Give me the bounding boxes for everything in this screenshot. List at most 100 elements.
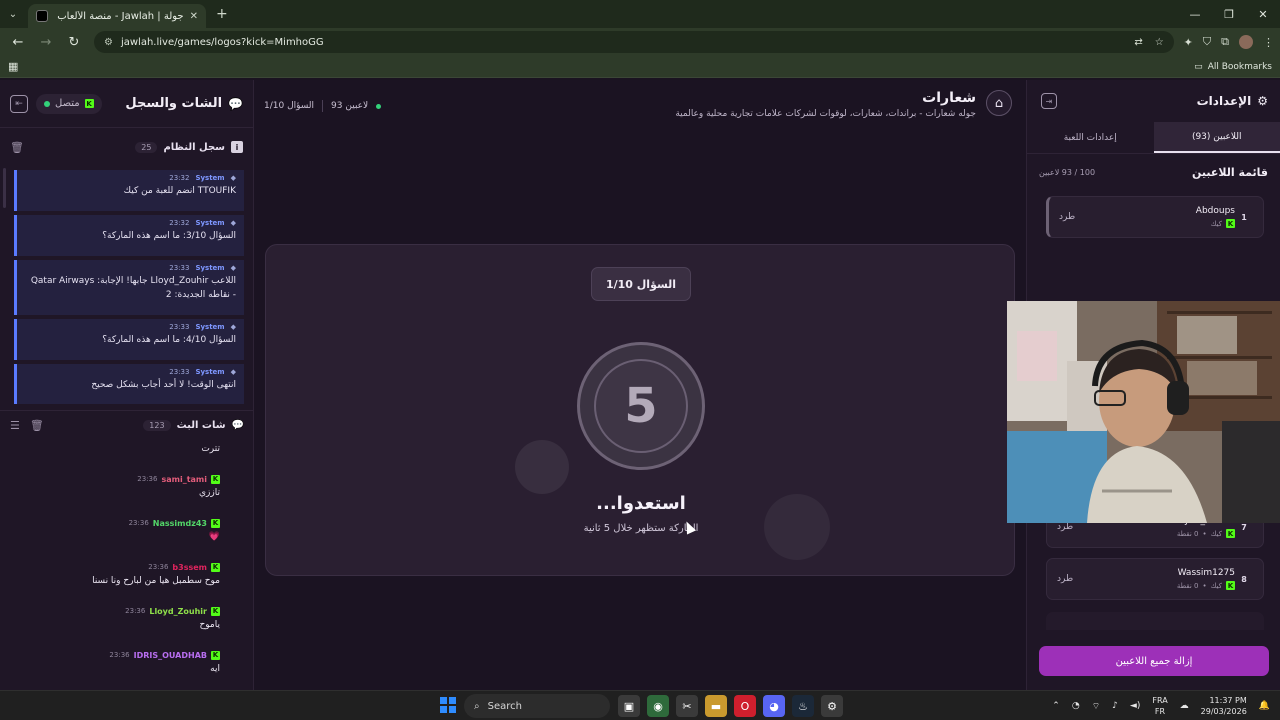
system-log-list: ◆ System 23:32 TTOUFIK انضم للعبة من كيك ◆ Sy… [14,170,244,404]
log-time: 23:33 [169,323,190,331]
question-badge: السؤال 1/10 [591,267,691,301]
player-rank: 8 [1241,574,1247,584]
log-author: System [195,174,225,182]
kick-player-button[interactable]: طرد [1057,522,1073,532]
chat-username[interactable]: sami_tami [161,475,207,484]
kick-player-button[interactable]: طرد [1057,574,1073,584]
chat-username[interactable]: Nassimdz43 [153,519,207,528]
players-online: 93 لاعبين [331,101,369,111]
language-indicator[interactable]: FRA FR [1152,695,1167,717]
chat-bubble-icon: 💬 [231,420,244,431]
clear-log-trash-icon[interactable]: 🗑 [10,141,24,154]
clear-chat-trash-icon[interactable]: 🗑 [30,419,44,432]
chat-username[interactable]: b3ssem [172,563,207,572]
lang-layout: FR [1154,707,1166,716]
meta-dot: • [1202,529,1207,538]
chat-time: 23:36 [137,475,158,483]
chat-message: K Nassimdz43 23:36 💗 [0,516,238,546]
tab-game-settings[interactable]: إعدادات اللعبة [1027,122,1154,153]
home-icon[interactable]: ⌂ [986,90,1012,116]
chat-filter-icon[interactable]: ☰ [10,419,20,432]
collapse-panel-icon[interactable]: ⇥ [1041,93,1057,109]
player-card: طرد Abdoups K كيك 1 [1046,196,1264,238]
discord-icon[interactable]: ◕ [763,695,785,717]
system-clock[interactable]: 11:37 PM 29/03/2026 [1201,695,1247,717]
log-scrollbar[interactable] [3,168,6,208]
player-points: 0 نقطة [1176,581,1199,590]
player-platform: كيك [1210,219,1222,228]
player-rank: 1 [1241,212,1247,222]
minimize-icon[interactable]: — [1178,0,1212,28]
task-view-icon[interactable]: ▣ [618,695,640,717]
gear-icon: ⚙ [1257,94,1268,108]
chat-text: 💗 [208,532,220,542]
profile-avatar[interactable] [1239,35,1253,49]
player-name: Wassim1275 [1177,568,1235,578]
log-author: System [195,323,225,331]
extensions-puzzle-icon[interactable]: ⧉ [1221,35,1229,49]
collapse-panel-icon[interactable]: ⇤ [10,94,28,113]
volume-icon[interactable]: ◄) [1130,701,1140,711]
kick-icon: K [1226,581,1235,590]
extension-icon[interactable]: ✦ [1184,36,1193,49]
tab-players[interactable]: اللاعبين (93) [1153,122,1280,153]
chat-time: 23:36 [109,651,130,659]
wifi-icon[interactable]: ⌔ [1092,701,1100,712]
back-icon[interactable]: ← [6,30,30,54]
divider [322,100,324,112]
app-icon[interactable]: ⚙ [821,695,843,717]
remove-all-players-button[interactable]: إزالة جميع اللاعبين [1039,646,1269,676]
player-points: 0 نقطة [1176,529,1199,538]
reload-icon[interactable]: ↻ [62,30,86,54]
kick-icon: K [211,562,220,572]
microphone-icon[interactable]: ♪ [1112,701,1118,711]
steam-icon[interactable]: ♨ [792,695,814,717]
opera-icon[interactable]: O [734,695,756,717]
taskbar-search[interactable]: ⌕ Search [464,694,610,718]
tab-close-icon[interactable]: ✕ [190,11,198,22]
log-time: 23:32 [169,219,190,227]
game-title: شعارات [922,90,976,106]
system-icon: ◆ [230,368,236,376]
system-icon: ◆ [230,219,236,227]
site-info-icon[interactable]: ⚙ [104,37,113,48]
tray-chevron-icon[interactable]: ⌃ [1052,701,1060,711]
chat-message: Ksami_tami 23:36 تاززي [0,472,238,502]
apps-grid-icon[interactable]: ▦ [8,60,18,73]
browser-tab[interactable]: جولة | Jawlah - منصة الألعاب الت... ✕ [28,4,206,28]
chrome-icon[interactable]: ◉ [647,695,669,717]
app-area: ⇤ متصل K الشات والسجل 💬 🗑 25 سجل النظام … [0,80,1280,690]
forward-icon[interactable]: → [34,30,58,54]
all-bookmarks-button[interactable]: ▭ All Bookmarks [1194,62,1272,72]
snipping-tool-icon[interactable]: ✂ [676,695,698,717]
maximize-icon[interactable]: ❐ [1212,0,1246,28]
new-tab-icon[interactable]: + [216,6,228,22]
search-label: Search [487,700,522,712]
kick-icon: K [211,606,220,616]
bookmark-star-icon[interactable]: ☆ [1155,37,1164,48]
address-bar[interactable]: ⚙ jawlah.live/games/logos?kick=MimhoGG ⇄… [94,31,1174,53]
close-window-icon[interactable]: ✕ [1246,0,1280,28]
url-text: jawlah.live/games/logos?kick=MimhoGG [120,36,324,48]
log-entry: ◆ System 23:33 السؤال 4/10: ما اسم هذه الما… [14,319,244,360]
network-status-icon[interactable]: ☁ [1180,701,1189,711]
log-author: System [195,368,225,376]
chat-username[interactable]: Lloyd_Zouhir [149,607,207,616]
chat-username[interactable]: IDRIS_OUADHAB [134,651,207,660]
translate-icon[interactable]: ⇄ [1134,37,1142,48]
webcam-image [1007,301,1280,523]
shield-icon[interactable]: ⛉ [1203,35,1211,49]
tab-search-icon[interactable]: ⌄ [0,0,26,28]
kick-player-button[interactable]: طرد [1059,212,1075,222]
file-explorer-icon[interactable]: ▬ [705,695,727,717]
streamer-webcam [1007,301,1280,523]
notification-icon[interactable]: 🔔 [1259,701,1270,711]
chat-message: K Lloyd_Zouhir 23:36 ياموح [0,604,238,634]
log-message: انتهى الوقت! لا أحد أجاب بشكل صحيح [91,380,236,390]
log-time: 23:33 [169,368,190,376]
list-item [1046,612,1264,630]
browser-menu-icon[interactable]: ⋮ [1263,36,1274,49]
windows-start-icon[interactable] [440,697,456,713]
log-message: السؤال 4/10: ما اسم هذه الماركة؟ [102,335,236,345]
network-icon[interactable]: ◔ [1072,701,1080,711]
